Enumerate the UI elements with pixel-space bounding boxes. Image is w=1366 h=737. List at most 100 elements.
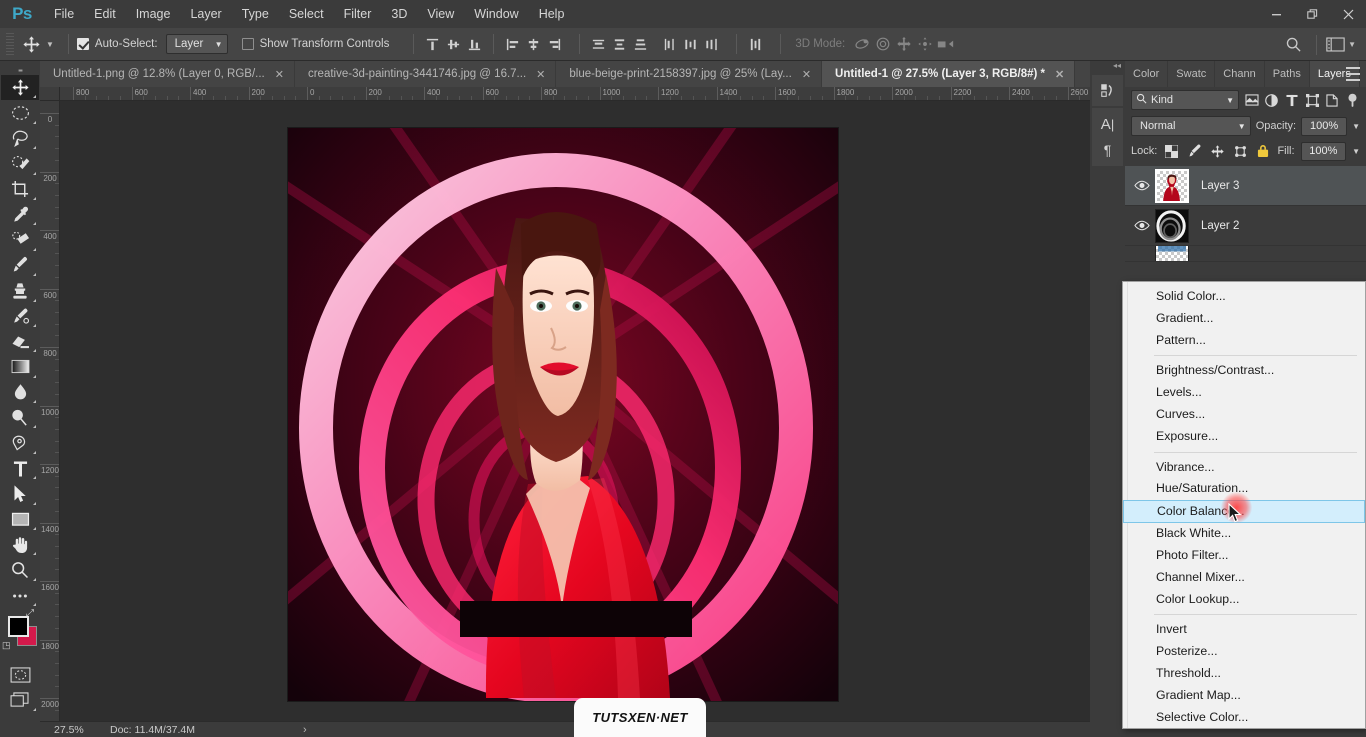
layer-visibility-icon[interactable] xyxy=(1129,206,1155,246)
menu-item-gradient[interactable]: Gradient... xyxy=(1123,308,1365,330)
menu-image[interactable]: Image xyxy=(126,0,181,28)
align-vertical-centers-icon[interactable] xyxy=(443,33,464,55)
document-tab-creative-3d-painting[interactable]: creative-3d-painting-3441746.jpg @ 16.7.… xyxy=(294,61,557,87)
tab-paths[interactable]: Paths xyxy=(1264,61,1310,87)
workspace-chevron-down-icon[interactable]: ▼ xyxy=(1348,40,1356,49)
menu-select[interactable]: Select xyxy=(279,0,334,28)
quick-mask-icon[interactable] xyxy=(1,662,39,687)
close-icon[interactable]: ✕ xyxy=(275,68,284,81)
menu-window[interactable]: Window xyxy=(464,0,528,28)
menu-item-pattern[interactable]: Pattern... xyxy=(1123,330,1365,352)
artboard-canvas[interactable] xyxy=(288,128,838,701)
scale-3d-icon[interactable] xyxy=(935,33,956,55)
type-layers-filter-icon[interactable] xyxy=(1284,90,1299,110)
layer-row-partial[interactable] xyxy=(1125,246,1366,262)
tab-swatches[interactable]: Swatc xyxy=(1168,61,1216,87)
menu-view[interactable]: View xyxy=(417,0,464,28)
zoom-level[interactable]: 27.5% xyxy=(40,724,102,736)
document-tab-untitled-1-png[interactable]: Untitled-1.png @ 12.8% (Layer 0, RGB/...… xyxy=(40,61,295,87)
foreground-color-swatch[interactable] xyxy=(8,616,29,638)
align-and-distribute-icon[interactable] xyxy=(745,33,766,55)
lock-position-icon[interactable] xyxy=(1209,143,1226,160)
show-transform-controls-checkbox[interactable]: Show Transform Controls xyxy=(241,38,389,50)
lasso-tool[interactable] xyxy=(1,126,39,151)
menu-item-color-balance[interactable]: Color Balance... xyxy=(1123,500,1365,524)
search-icon[interactable] xyxy=(1278,34,1308,56)
auto-select-checkbox-box[interactable] xyxy=(76,38,89,50)
menu-item-selective-color[interactable]: Selective Color... xyxy=(1123,707,1365,729)
dodge-tool[interactable] xyxy=(1,405,39,430)
libraries-icon[interactable] xyxy=(1092,75,1123,106)
minimize-button[interactable] xyxy=(1258,0,1294,28)
blur-tool[interactable] xyxy=(1,380,39,405)
lock-transparent-pixels-icon[interactable] xyxy=(1163,143,1180,160)
distribute-right-edges-icon[interactable] xyxy=(701,33,722,55)
horizontal-type-tool[interactable] xyxy=(1,456,39,481)
layer-thumbnail-partial[interactable] xyxy=(1155,246,1189,261)
distribute-left-edges-icon[interactable] xyxy=(659,33,680,55)
distribute-vertical-centers-icon[interactable] xyxy=(609,33,630,55)
distribute-bottom-edges-icon[interactable] xyxy=(630,33,651,55)
lock-artboard-nesting-icon[interactable] xyxy=(1232,143,1249,160)
menu-edit[interactable]: Edit xyxy=(84,0,126,28)
edit-toolbar-tool[interactable] xyxy=(1,583,39,608)
zoom-tool[interactable] xyxy=(1,557,39,582)
menu-item-black-white[interactable]: Black White... xyxy=(1123,523,1365,545)
menu-item-solid-color[interactable]: Solid Color... xyxy=(1123,286,1365,308)
menu-item-levels[interactable]: Levels... xyxy=(1123,382,1365,404)
blend-mode-dropdown[interactable]: Normal ▼ xyxy=(1131,116,1251,136)
menu-filter[interactable]: Filter xyxy=(334,0,382,28)
opacity-value[interactable]: 100% xyxy=(1301,116,1348,136)
show-transform-checkbox-box[interactable] xyxy=(241,38,254,50)
workspace-switcher-icon[interactable] xyxy=(1325,34,1346,56)
menu-3d[interactable]: 3D xyxy=(381,0,417,28)
menu-item-color-lookup[interactable]: Color Lookup... xyxy=(1123,589,1365,611)
lock-image-pixels-icon[interactable] xyxy=(1186,143,1203,160)
tab-color[interactable]: Color xyxy=(1125,61,1169,87)
document-tab-blue-beige-print[interactable]: blue-beige-print-2158397.jpg @ 25% (Lay.… xyxy=(556,61,823,87)
layer-row-layer-2[interactable]: Layer 2 xyxy=(1125,206,1366,246)
menu-file[interactable]: File xyxy=(44,0,84,28)
document-viewport[interactable] xyxy=(60,101,1090,721)
align-horizontal-centers-icon[interactable] xyxy=(523,33,544,55)
move-tool-icon[interactable] xyxy=(18,32,44,56)
path-selection-tool[interactable] xyxy=(1,481,39,506)
menu-item-vibrance[interactable]: Vibrance... xyxy=(1123,457,1365,479)
close-icon[interactable]: ✕ xyxy=(536,68,545,81)
fill-chevron-down-icon[interactable]: ▼ xyxy=(1352,147,1360,156)
distribute-top-edges-icon[interactable] xyxy=(588,33,609,55)
tab-channels[interactable]: Chann xyxy=(1215,61,1265,87)
lock-all-icon[interactable] xyxy=(1255,143,1272,160)
brush-tool[interactable] xyxy=(1,253,39,278)
eraser-tool[interactable] xyxy=(1,329,39,354)
fill-value[interactable]: 100% xyxy=(1300,141,1347,161)
menu-item-exposure[interactable]: Exposure... xyxy=(1123,426,1365,448)
layer-visibility-icon[interactable] xyxy=(1129,166,1155,206)
align-top-edges-icon[interactable] xyxy=(422,33,443,55)
align-left-edges-icon[interactable] xyxy=(502,33,523,55)
shape-layers-filter-icon[interactable] xyxy=(1305,90,1320,110)
menu-item-brightness-contrast[interactable]: Brightness/Contrast... xyxy=(1123,360,1365,382)
menu-item-channel-mixer[interactable]: Channel Mixer... xyxy=(1123,567,1365,589)
gradient-tool[interactable] xyxy=(1,354,39,379)
menu-item-gradient-map[interactable]: Gradient Map... xyxy=(1123,685,1365,707)
vertical-ruler[interactable]: 0 200 400 600 800 1000 1200 1400 1600 1800 2000 xyxy=(40,101,60,721)
align-bottom-edges-icon[interactable] xyxy=(464,33,485,55)
screen-mode-icon[interactable] xyxy=(1,688,39,713)
auto-select-scope-dropdown[interactable]: Layer ▼ xyxy=(165,34,228,54)
move-tool[interactable] xyxy=(1,75,39,101)
close-icon[interactable]: ✕ xyxy=(802,68,811,81)
menu-item-threshold[interactable]: Threshold... xyxy=(1123,663,1365,685)
pixel-layers-filter-icon[interactable] xyxy=(1244,90,1259,110)
status-expand-arrow-icon[interactable]: › xyxy=(303,724,307,736)
smart-object-filter-icon[interactable] xyxy=(1325,90,1340,110)
layer-thumbnail-portrait[interactable] xyxy=(1155,168,1189,203)
opacity-chevron-down-icon[interactable]: ▼ xyxy=(1352,122,1360,131)
tools-panel-grip[interactable]: ▪▪ xyxy=(0,65,40,75)
eyedropper-tool[interactable] xyxy=(1,202,39,227)
roll-3d-icon[interactable] xyxy=(872,33,893,55)
menu-item-hue-saturation[interactable]: Hue/Saturation... xyxy=(1123,478,1365,500)
menu-item-invert[interactable]: Invert xyxy=(1123,619,1365,641)
history-brush-tool[interactable] xyxy=(1,304,39,329)
drag-3d-icon[interactable] xyxy=(893,33,914,55)
